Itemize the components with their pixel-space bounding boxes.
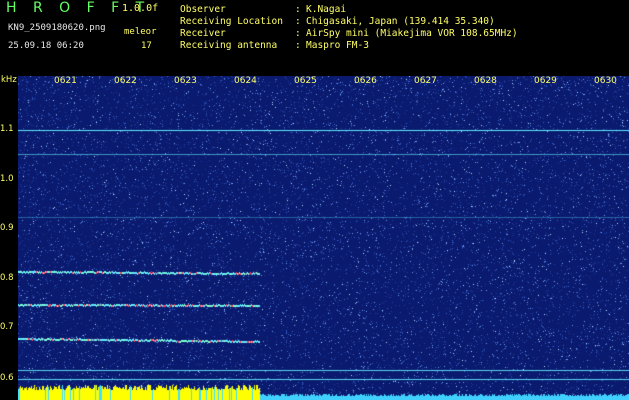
version-label: 1.0.0f bbox=[122, 3, 159, 14]
info-value-observer: K.Nagai bbox=[306, 4, 347, 15]
colon: : bbox=[295, 16, 301, 27]
info-label-observer: Observer bbox=[180, 4, 226, 15]
spectrogram-canvas bbox=[18, 76, 629, 400]
y-tick-label: 0.7 bbox=[0, 322, 14, 332]
info-label-receiver: Receiver bbox=[180, 28, 226, 39]
y-axis: 1.1 1.0 0.9 0.8 0.7 0.6 bbox=[0, 76, 18, 400]
info-label-antenna: Receiving antenna bbox=[180, 40, 278, 51]
colon: : bbox=[295, 4, 301, 15]
y-tick-label: 0.8 bbox=[0, 273, 14, 283]
x-tick-label: 0627 bbox=[414, 76, 437, 86]
spectrogram-plot: 0621 0622 0623 0624 0625 0626 0627 0628 … bbox=[18, 76, 629, 400]
x-tick-label: 0621 bbox=[54, 76, 77, 86]
y-tick-label: 1.1 bbox=[0, 124, 14, 134]
x-tick-label: 0623 bbox=[174, 76, 197, 86]
info-value-antenna: Maspro FM-3 bbox=[306, 40, 369, 51]
y-tick-label: 0.9 bbox=[0, 223, 14, 233]
count-value: 17 bbox=[141, 41, 152, 51]
info-value-location: Chigasaki, Japan (139.414 35.340) bbox=[306, 16, 495, 27]
x-tick-label: 0629 bbox=[534, 76, 557, 86]
x-tick-label: 0625 bbox=[294, 76, 317, 86]
tool-label: meleor bbox=[124, 27, 157, 37]
x-tick-label: 0626 bbox=[354, 76, 377, 86]
file-name: KN9_2509180620.png bbox=[8, 23, 106, 33]
info-label-location: Receiving Location bbox=[180, 16, 283, 27]
header-panel: H R O F F T 1.0.0f KN9_2509180620.png 25… bbox=[0, 0, 629, 75]
y-tick-label: 0.6 bbox=[0, 373, 14, 383]
y-unit-label: kHz bbox=[1, 75, 17, 85]
x-tick-label: 0628 bbox=[474, 76, 497, 86]
x-tick-label: 0622 bbox=[114, 76, 137, 86]
x-tick-label: 0624 bbox=[234, 76, 257, 86]
info-value-receiver: AirSpy mini (Miakejima VOR 108.65MHz) bbox=[306, 28, 518, 39]
x-tick-label: 0630 bbox=[594, 76, 617, 86]
colon: : bbox=[295, 40, 301, 51]
colon: : bbox=[295, 28, 301, 39]
y-tick-label: 1.0 bbox=[0, 174, 14, 184]
date-time: 25.09.18 06:20 bbox=[8, 41, 84, 51]
